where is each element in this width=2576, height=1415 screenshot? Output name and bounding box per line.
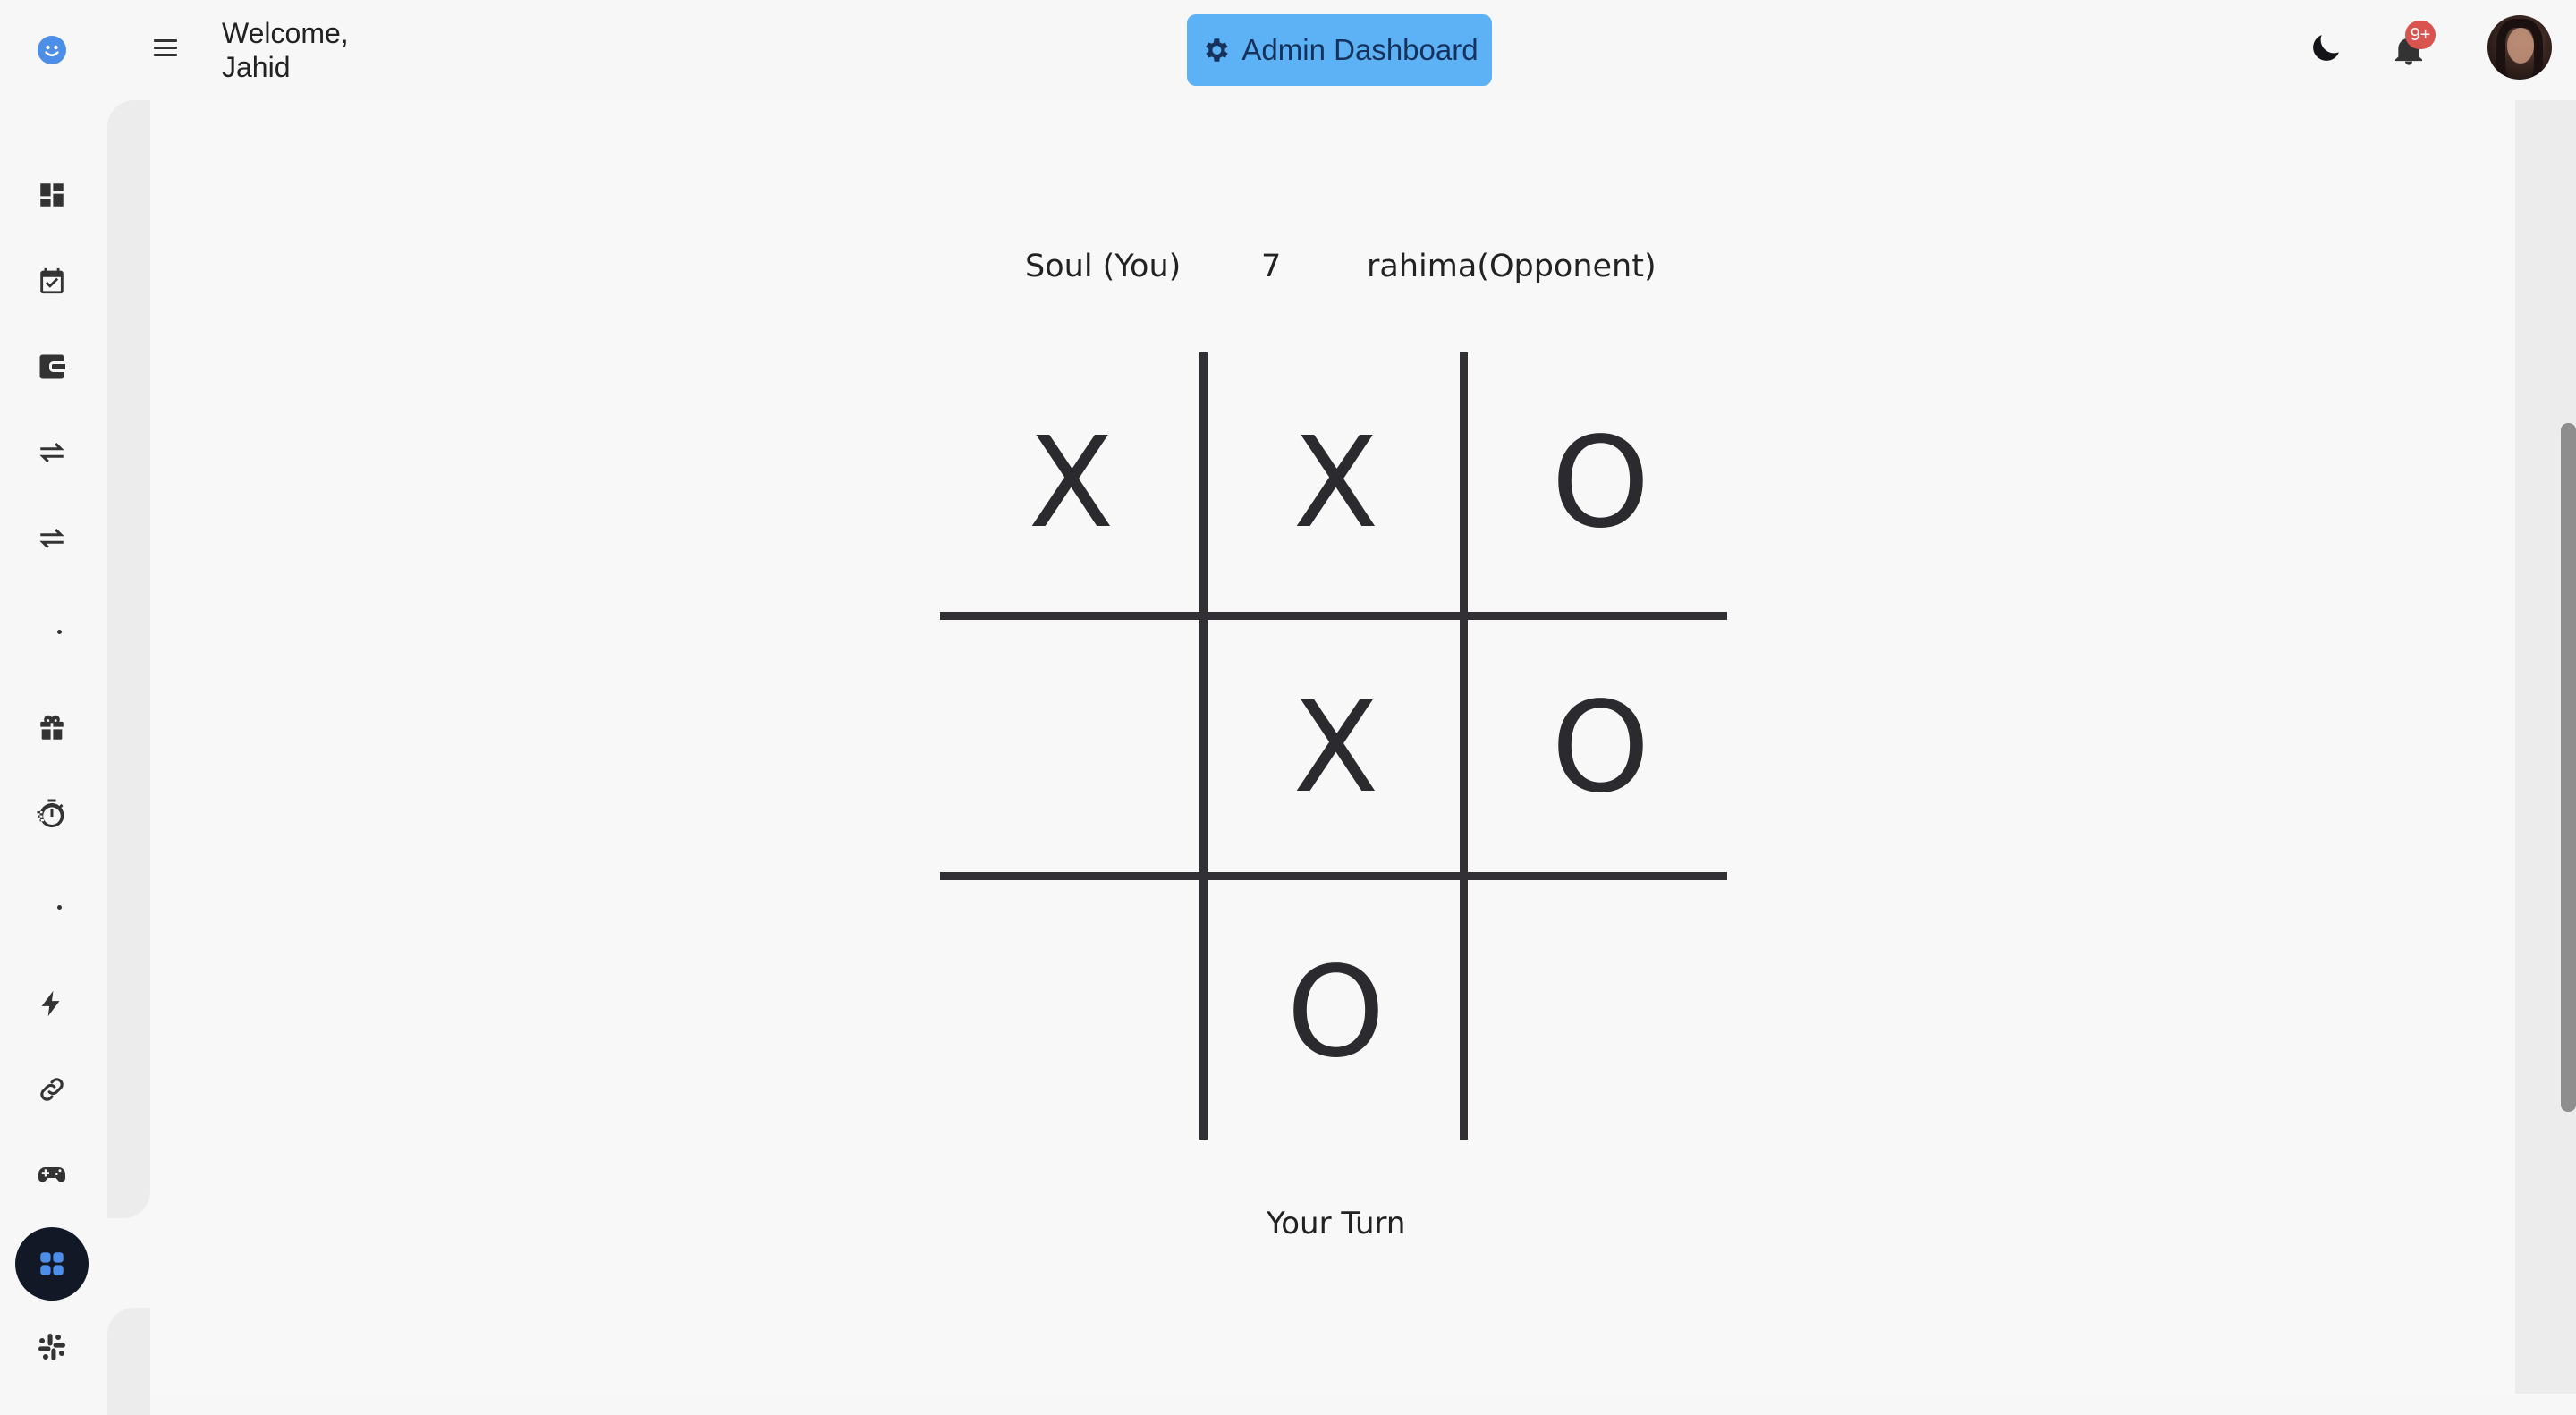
board-cell-3-3[interactable] xyxy=(1470,882,1732,1144)
sidebar-item-slack[interactable] xyxy=(34,1329,70,1365)
board-cell-2-1[interactable] xyxy=(940,617,1202,879)
logo-icon[interactable] xyxy=(38,36,66,64)
sidebar-item-dashboard[interactable] xyxy=(34,177,70,213)
hamburger-menu-icon[interactable] xyxy=(154,39,177,59)
sidebar-item-calendar[interactable] xyxy=(34,263,70,299)
wallet-icon xyxy=(39,354,65,379)
welcome-greeting: Welcome, xyxy=(222,17,349,49)
sidebar-separator-dot xyxy=(57,905,62,910)
avatar[interactable] xyxy=(2487,15,2552,80)
gamepad-icon xyxy=(38,1167,65,1182)
sidebar-item-link[interactable] xyxy=(34,1072,70,1107)
board-cell-3-1[interactable] xyxy=(940,882,1202,1144)
player-you-name: Soul (You) xyxy=(1025,249,1182,284)
gear-icon xyxy=(1206,38,1229,62)
sidebar-rail xyxy=(107,100,150,1218)
board-cell-3-2[interactable]: O xyxy=(1205,882,1467,1144)
sidebar-item-stopwatch[interactable] xyxy=(34,796,70,832)
calendar-check-icon xyxy=(40,267,64,294)
sidebar-item-wallet[interactable] xyxy=(34,349,70,385)
gift-icon xyxy=(40,715,64,740)
slack-icon xyxy=(38,1334,65,1360)
board-cell-2-3[interactable]: O xyxy=(1470,617,1732,879)
transfer-icon xyxy=(39,528,64,549)
stopwatch-icon xyxy=(37,799,64,828)
apps-icon xyxy=(40,1252,64,1275)
welcome-username: Jahid xyxy=(222,51,291,83)
board-cell-1-3[interactable]: O xyxy=(1470,352,1732,614)
bolt-icon xyxy=(41,990,60,1017)
welcome-text: Welcome, Jahid xyxy=(222,16,349,84)
admin-dashboard-button[interactable]: Admin Dashboard xyxy=(1187,14,1492,86)
score: 7 xyxy=(1261,249,1282,284)
dashboard-icon xyxy=(40,183,64,207)
notification-badge: 9+ xyxy=(2405,21,2436,49)
link-icon xyxy=(40,1078,64,1101)
scrollbar-thumb[interactable] xyxy=(2561,423,2576,1112)
sidebar-item-apps-active[interactable] xyxy=(15,1227,89,1301)
sidebar-item-transfer-2[interactable] xyxy=(34,521,70,556)
sidebar-item-transfer[interactable] xyxy=(34,435,70,470)
opponent-name: rahima(Opponent) xyxy=(1367,249,1657,284)
board-cell-1-1[interactable]: X xyxy=(940,352,1202,614)
admin-dashboard-label: Admin Dashboard xyxy=(1241,33,1479,66)
sidebar-separator-dot xyxy=(57,630,62,634)
sidebar-item-gift[interactable] xyxy=(34,710,70,746)
moon-icon[interactable] xyxy=(2307,30,2344,67)
sidebar-item-bolt[interactable] xyxy=(34,986,70,1021)
tic-tac-toe-board: X X O X O O xyxy=(940,352,1727,1140)
turn-status: Your Turn xyxy=(1267,1206,1406,1241)
top-bar: Welcome, Jahid Admin Dashboard 9+ xyxy=(0,0,2576,100)
sidebar-rail-bottom xyxy=(107,1308,150,1415)
board-cell-1-2[interactable]: X xyxy=(1205,352,1467,614)
board-cell-2-2[interactable]: X xyxy=(1205,617,1467,879)
sidebar-item-games[interactable] xyxy=(34,1157,70,1193)
transfer-icon xyxy=(39,442,64,463)
